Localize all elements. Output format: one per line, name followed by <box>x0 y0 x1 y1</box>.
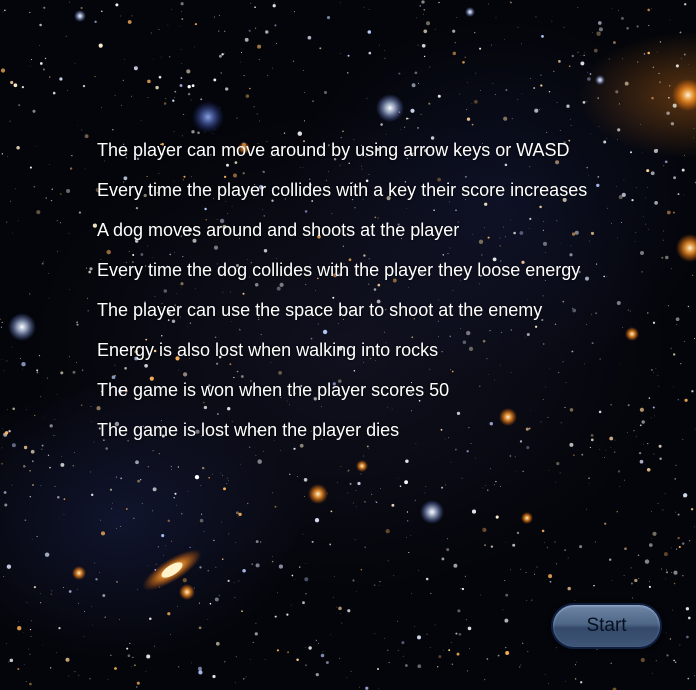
game-screen: The player can move around by using arro… <box>0 0 696 690</box>
galaxy <box>142 549 202 591</box>
start-button[interactable]: Start <box>551 603 662 649</box>
instruction-line: The player can use the space bar to shoo… <box>97 300 543 320</box>
instruction-line: The game is won when the player scores 5… <box>97 380 450 400</box>
instruction-line: A dog moves around and shoots at the pla… <box>97 220 460 240</box>
instruction-line: The player can move around by using arro… <box>97 140 570 160</box>
instructions-list: The player can move around by using arro… <box>97 140 657 460</box>
instruction-line: Every time the player collides with a ke… <box>97 180 588 200</box>
instruction-line: Every time the dog collides with the pla… <box>97 260 581 280</box>
instruction-line: Energy is also lost when walking into ro… <box>97 340 439 360</box>
instruction-line: The game is lost when the player dies <box>97 420 400 440</box>
